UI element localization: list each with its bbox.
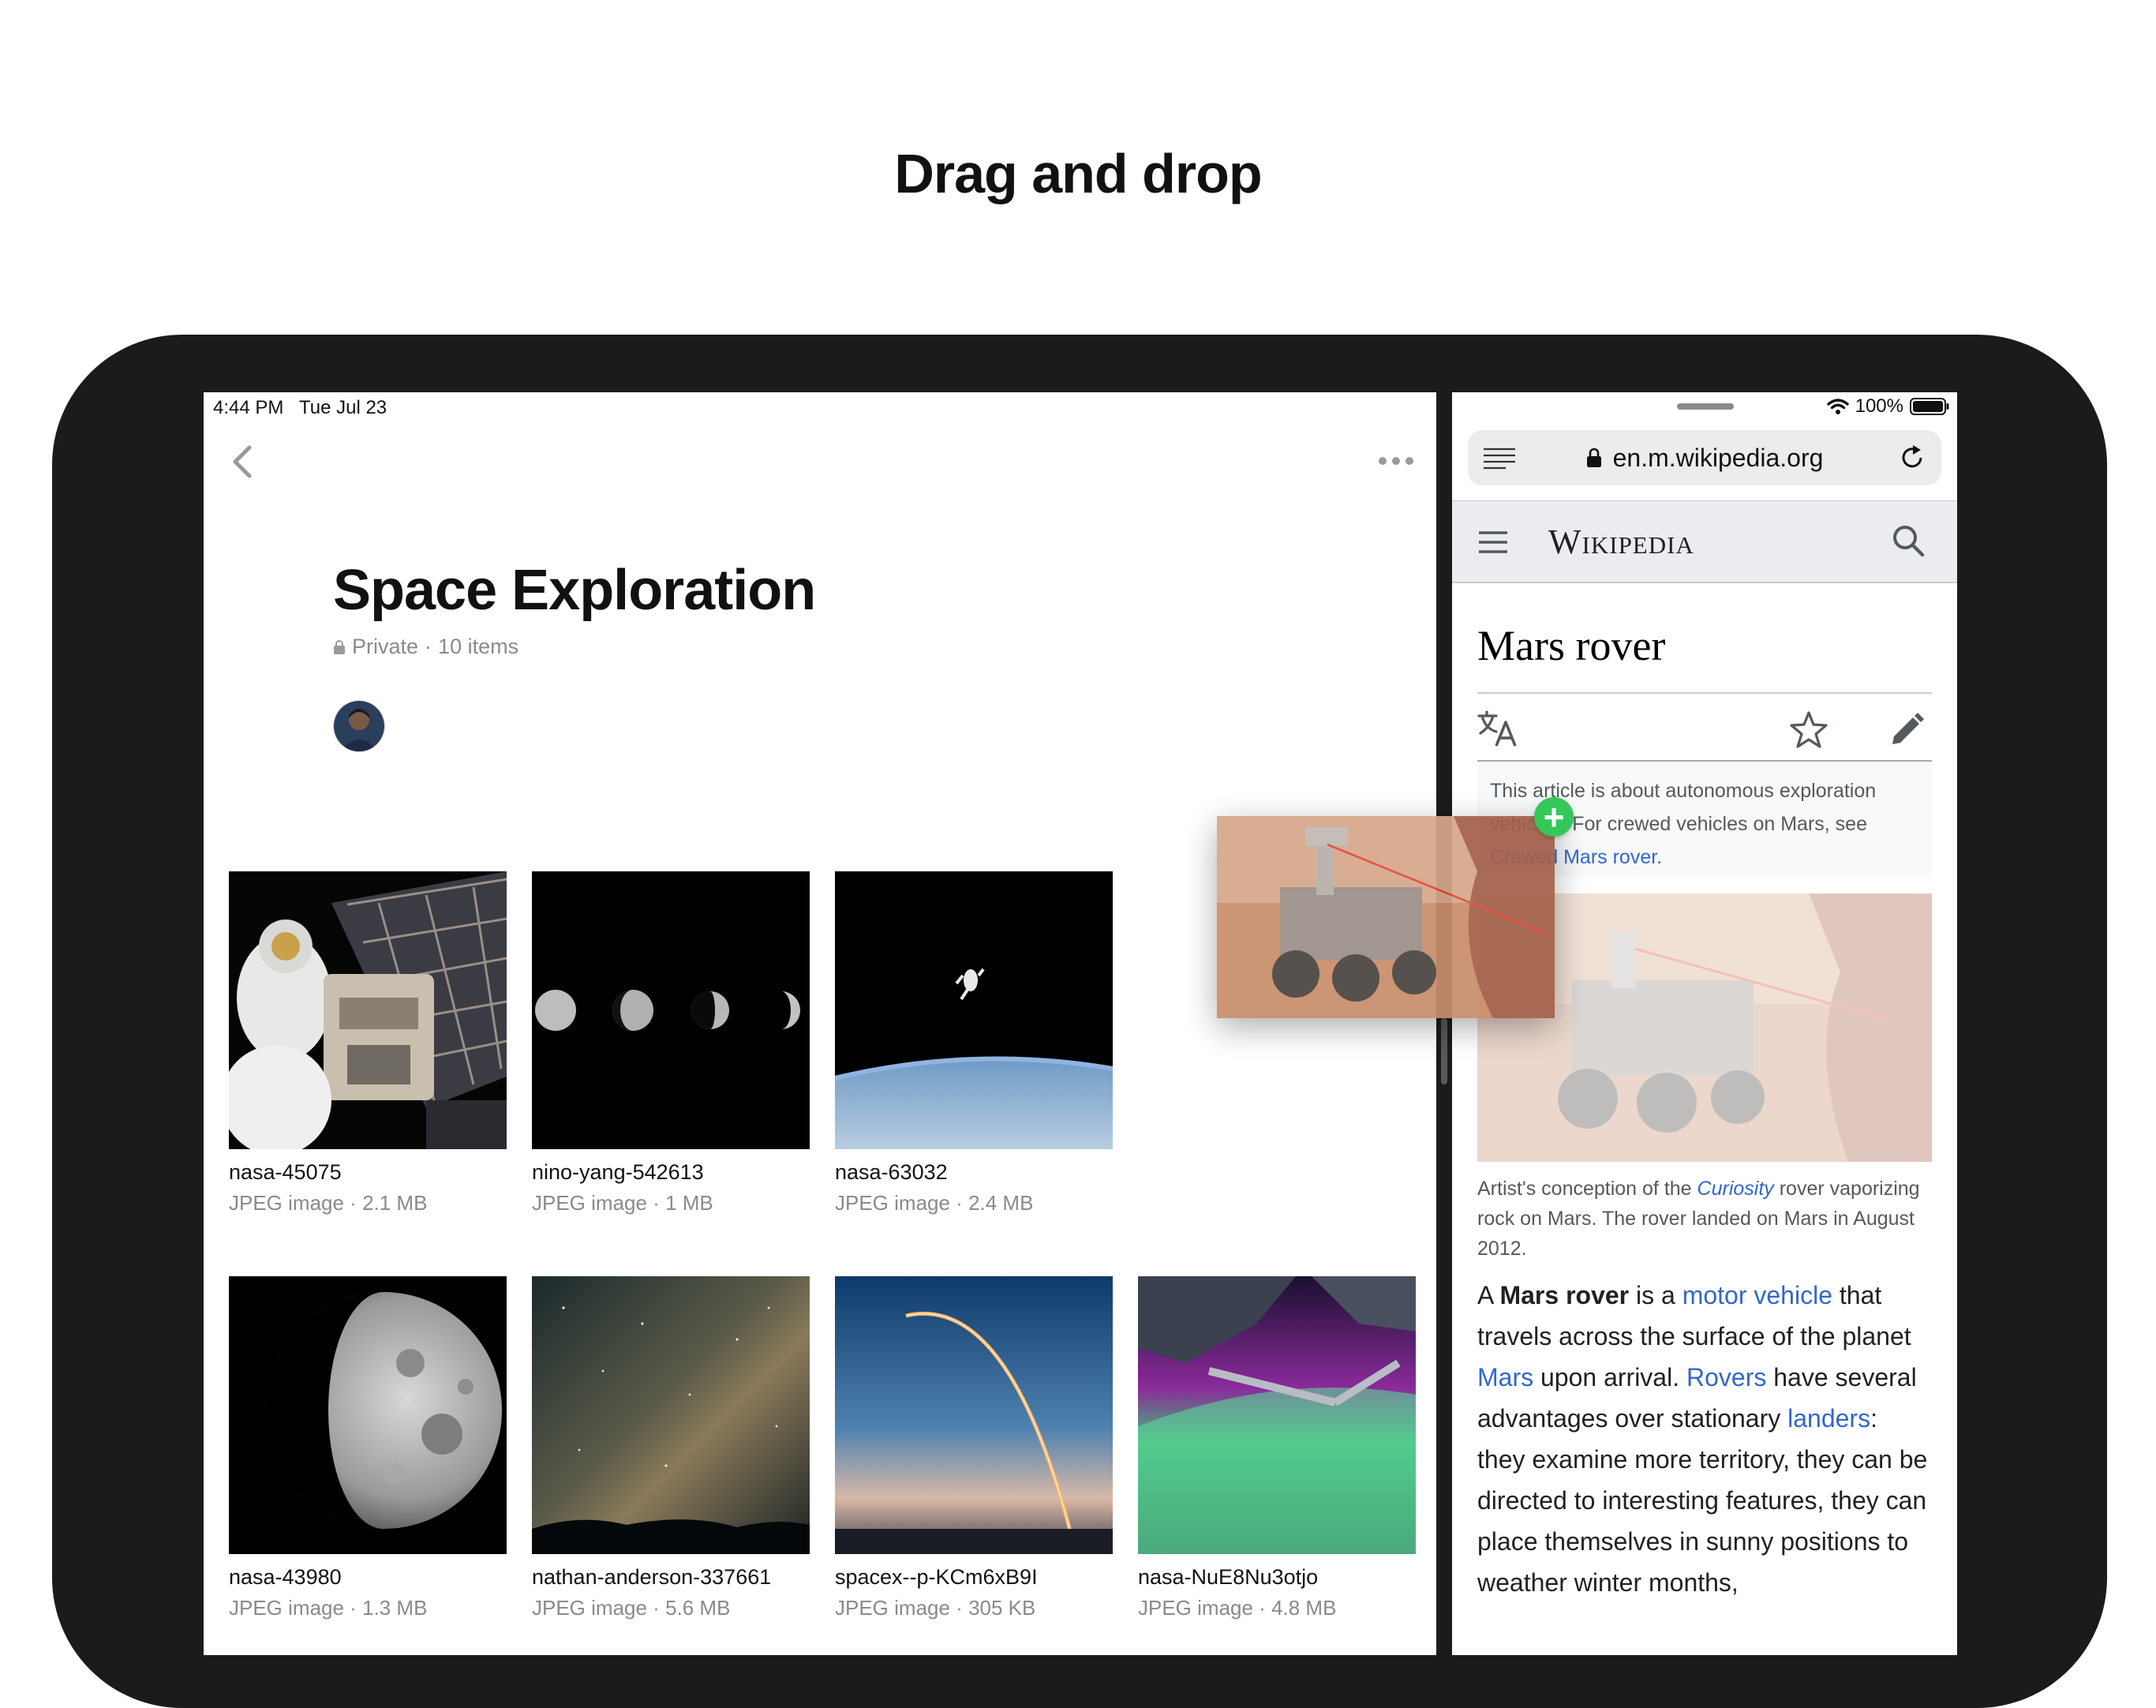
status-time: 4:44 PM [213,397,284,418]
wikipedia-logo[interactable]: Wikipedia [1548,522,1694,562]
language-icon[interactable] [1477,710,1518,747]
status-bar-time: 4:44 PM Tue Jul 23 [213,397,387,419]
privacy-label: Private [352,635,419,658]
avatar[interactable] [333,700,385,752]
grid-item[interactable]: nasa-63032 JPEG image · 2.4 MB [835,871,1113,1215]
item-name: nasa-NuE8Nu3otjo [1138,1565,1319,1589]
add-badge-icon: + [1534,797,1574,837]
collection-app-pane[interactable]: 4:44 PM Tue Jul 23 Space Exploration Pri… [204,392,1436,1655]
actions-divider [1477,760,1932,762]
bold-term: Mars rover [1499,1281,1630,1309]
item-meta: JPEG image · 5.6 MB [532,1596,731,1620]
page-headline: Drag and drop [894,143,1262,204]
item-name: nasa-63032 [835,1160,948,1184]
back-chevron-icon[interactable] [227,444,259,479]
item-thumbnail[interactable] [835,871,1113,1149]
item-thumbnail[interactable] [835,1276,1113,1554]
link-rovers[interactable]: Rovers [1686,1363,1766,1391]
caption-link[interactable]: Curiosity [1697,1178,1774,1200]
item-thumbnail[interactable] [1138,1276,1416,1554]
split-view-handle[interactable] [1441,1018,1447,1084]
item-thumbnail[interactable] [532,1276,810,1554]
wifi-icon [1826,399,1849,414]
item-meta: JPEG image · 2.1 MB [229,1191,428,1215]
item-thumbnail[interactable] [229,1276,507,1554]
article-title: Mars rover [1477,622,1666,669]
lock-icon [334,639,345,654]
image-caption: Artist's conception of the Curiosity rov… [1477,1178,1920,1260]
link-landers[interactable]: landers [1787,1404,1870,1433]
item-thumbnail[interactable] [532,871,810,1149]
status-date: Tue Jul 23 [298,397,387,418]
battery-icon [1910,398,1949,415]
secure-lock-icon [1586,448,1601,467]
reload-icon[interactable] [1897,443,1927,473]
collection-title: Space Exploration [333,559,816,622]
item-name: nasa-45075 [229,1160,342,1184]
window-grabber[interactable] [1677,403,1734,410]
item-meta: JPEG image · 1 MB [532,1191,713,1215]
item-meta: JPEG image · 4.8 MB [1138,1596,1337,1620]
item-name: nasa-43980 [229,1565,342,1589]
status-bar-right: 100% [1826,395,1949,418]
header-divider [1452,582,1957,583]
grid-item[interactable]: nasa-43980 JPEG image · 1.3 MB [229,1276,507,1620]
grid-item[interactable]: nasa-NuE8Nu3otjo JPEG image · 4.8 MB [1138,1276,1416,1620]
meta-separator: · [425,635,432,658]
search-icon[interactable] [1891,523,1926,558]
drag-preview-image[interactable] [1217,816,1555,1018]
watch-star-icon[interactable] [1788,710,1829,751]
grid-item[interactable]: nino-yang-542613 JPEG image · 1 MB [532,871,810,1215]
grid-item[interactable]: spacex--p-KCm6xB9I JPEG image · 305 KB [835,1276,1113,1620]
item-meta: JPEG image · 305 KB [835,1596,1036,1620]
link-motor-vehicle[interactable]: motor vehicle [1683,1281,1832,1309]
title-divider [1477,692,1932,694]
edit-pencil-icon[interactable] [1888,710,1926,747]
item-meta: JPEG image · 1.3 MB [229,1596,428,1620]
item-name: nathan-anderson-337661 [532,1565,772,1589]
article-body: A Mars rover is a motor vehicle that tra… [1477,1281,1928,1597]
item-count: 10 items [438,635,519,658]
address-bar[interactable]: en.m.wikipedia.org [1468,430,1941,485]
browser-app-pane[interactable]: 100% en.m.wikipedia.org Wikipedia Mars r… [1452,392,1957,1655]
url-text: en.m.wikipedia.org [1612,443,1824,472]
item-name: nino-yang-542613 [532,1160,704,1184]
more-options-icon[interactable] [1378,455,1414,466]
hamburger-menu-icon[interactable] [1477,530,1509,555]
item-meta: JPEG image · 2.4 MB [835,1191,1034,1215]
item-name: spacex--p-KCm6xB9I [835,1565,1038,1589]
collection-meta: Private · 10 items [333,635,518,659]
grid-item[interactable]: nathan-anderson-337661 JPEG image · 5.6 … [532,1276,810,1620]
grid-item[interactable]: nasa-45075 JPEG image · 2.1 MB [229,871,507,1215]
battery-percent: 100% [1855,395,1903,417]
link-mars[interactable]: Mars [1477,1363,1533,1391]
wikipedia-header: Wikipedia [1452,501,1957,582]
item-thumbnail[interactable] [229,871,507,1149]
